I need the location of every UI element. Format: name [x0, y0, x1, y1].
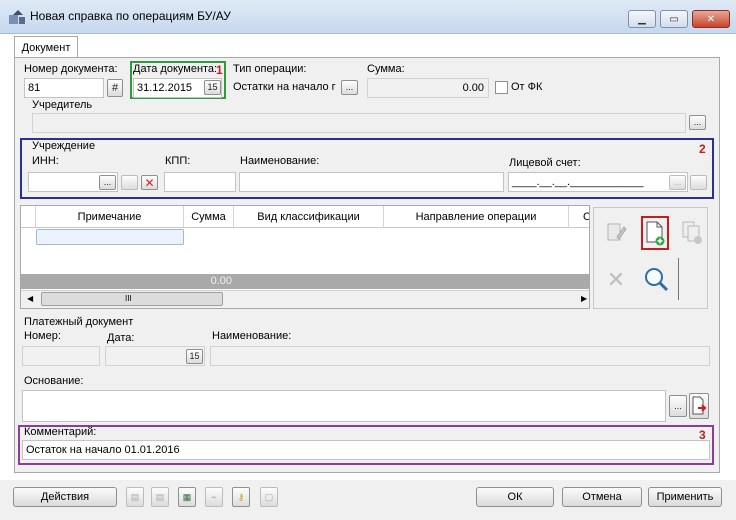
col-header-classification[interactable]: Вид классификации — [234, 206, 384, 228]
sum-field: 0.00 — [367, 78, 489, 98]
sum-label: Сумма: — [367, 63, 405, 75]
col-header-sum[interactable]: Сумма — [184, 206, 234, 228]
attach-icon: ⌁ — [205, 487, 223, 507]
account-select-button: ... — [669, 175, 686, 190]
name-label: Наименование: — [240, 155, 320, 167]
cancel-button[interactable]: Отмена — [562, 487, 642, 507]
col-header-note[interactable]: Примечание — [36, 206, 184, 228]
print-icon[interactable]: ▦ — [178, 487, 196, 507]
institution-name-input[interactable] — [239, 172, 504, 192]
add-document-icon[interactable] — [644, 219, 666, 247]
calendar-icon[interactable]: 15 — [204, 80, 221, 95]
scroll-thumb-grip: III — [125, 294, 132, 303]
copy-document-icon — [680, 219, 706, 247]
payment-date-label: Дата: — [107, 332, 135, 344]
comment-label: Комментарий: — [24, 426, 97, 438]
toolbar-doc-icon-1: ▤ — [126, 487, 144, 507]
scroll-thumb[interactable] — [41, 292, 223, 306]
number-generator-button[interactable]: # — [107, 79, 123, 97]
founder-select-button[interactable]: ... — [689, 115, 706, 130]
institution-select-button[interactable]: ... — [99, 175, 116, 190]
founder-label: Учредитель — [32, 99, 93, 111]
col-header-direction[interactable]: Направление операции — [384, 206, 569, 228]
fk-label: От ФК — [511, 81, 543, 93]
payment-number-label: Номер: — [24, 330, 61, 342]
doc-date-label: Дата документа: — [133, 63, 218, 75]
key-icon[interactable]: ⚷ — [232, 487, 250, 507]
annotation-number-2: 2 — [699, 142, 706, 156]
comment-value: Остаток на начало 01.01.2016 — [26, 444, 180, 456]
ok-button[interactable]: ОК — [476, 487, 554, 507]
actions-label: Действия — [40, 491, 90, 503]
operation-type-select-button[interactable]: ... — [341, 80, 358, 95]
payment-group-label: Платежный документ — [24, 316, 134, 328]
grid-total-row — [21, 274, 589, 289]
row-selector-header — [21, 206, 36, 228]
col-header-label: Сумма — [191, 210, 226, 223]
operations-grid[interactable]: Примечание Сумма Вид классификации Напра… — [20, 205, 590, 309]
col-header-label: Примечание — [77, 210, 142, 223]
window-title: Новая справка по операциям БУ/АУ — [30, 9, 231, 23]
basis-label: Основание: — [24, 375, 84, 387]
col-header-extra[interactable]: О — [569, 206, 589, 228]
close-button[interactable]: ✕ — [692, 10, 730, 28]
minimize-button[interactable]: ▁ — [628, 10, 656, 28]
document-arrow-icon[interactable] — [689, 393, 709, 419]
doc-number-label: Номер документа: — [24, 63, 118, 75]
kpp-label: КПП: — [165, 155, 191, 167]
founder-field — [32, 113, 686, 133]
operation-type-label: Тип операции: — [233, 63, 307, 75]
delete-icon[interactable]: ✕ — [141, 175, 158, 190]
app-icon — [8, 9, 26, 25]
doc-number-input[interactable]: 81 — [24, 78, 104, 98]
col-header-label: Направление операции — [415, 210, 537, 223]
col-header-label: О — [583, 211, 589, 223]
minimize-icon: ▁ — [638, 13, 646, 25]
selected-cell[interactable] — [36, 229, 184, 245]
close-icon: ✕ — [706, 13, 716, 25]
cancel-label: Отмена — [582, 491, 622, 503]
maximize-button[interactable]: ▭ — [660, 10, 688, 28]
scroll-right-icon[interactable]: ▶ — [581, 294, 587, 303]
payment-number-field — [22, 346, 100, 366]
account-extra-button — [690, 175, 707, 190]
tab-document[interactable]: Документ — [14, 36, 78, 58]
col-header-label: Вид классификации — [257, 210, 360, 223]
institution-group-label: Учреждение — [32, 140, 96, 152]
basis-input[interactable] — [22, 390, 666, 422]
doc-date-value: 31.12.2015 — [137, 82, 193, 94]
lock-icon: ▢ — [260, 487, 278, 507]
delete-row-icon: ✕ — [606, 267, 626, 292]
account-input[interactable]: ____.__.__.____________ — [508, 172, 688, 192]
sum-value: 0.00 — [462, 82, 484, 94]
scroll-left-icon[interactable]: ◀ — [27, 294, 33, 303]
payment-calendar-icon: 15 — [186, 349, 203, 364]
ok-label: ОК — [507, 491, 523, 503]
toolbar-doc-icon-2: ▤ — [151, 487, 169, 507]
tab-label: Документ — [21, 41, 71, 54]
search-icon[interactable] — [642, 265, 670, 293]
apply-label: Применить — [656, 491, 714, 503]
fk-checkbox[interactable] — [495, 81, 508, 94]
payment-name-field — [210, 346, 710, 366]
kpp-input[interactable] — [164, 172, 236, 192]
maximize-icon: ▭ — [669, 13, 679, 25]
inn-label: ИНН: — [32, 155, 59, 167]
operation-type-value: Остатки на начало г — [233, 81, 336, 93]
account-label: Лицевой счет: — [509, 157, 581, 169]
institution-clear-button — [121, 175, 138, 190]
payment-name-label: Наименование: — [212, 330, 292, 342]
edit-document-icon — [604, 220, 628, 244]
basis-select-button[interactable]: ... — [669, 395, 687, 417]
actions-button[interactable]: Действия — [13, 487, 117, 507]
account-mask: ____.__.__.____________ — [512, 176, 644, 188]
comment-input[interactable]: Остаток на начало 01.01.2016 — [22, 440, 710, 460]
toolbar-divider — [678, 258, 679, 300]
grid-total-sum: 0.00 — [210, 275, 232, 287]
apply-button[interactable]: Применить — [648, 487, 722, 507]
